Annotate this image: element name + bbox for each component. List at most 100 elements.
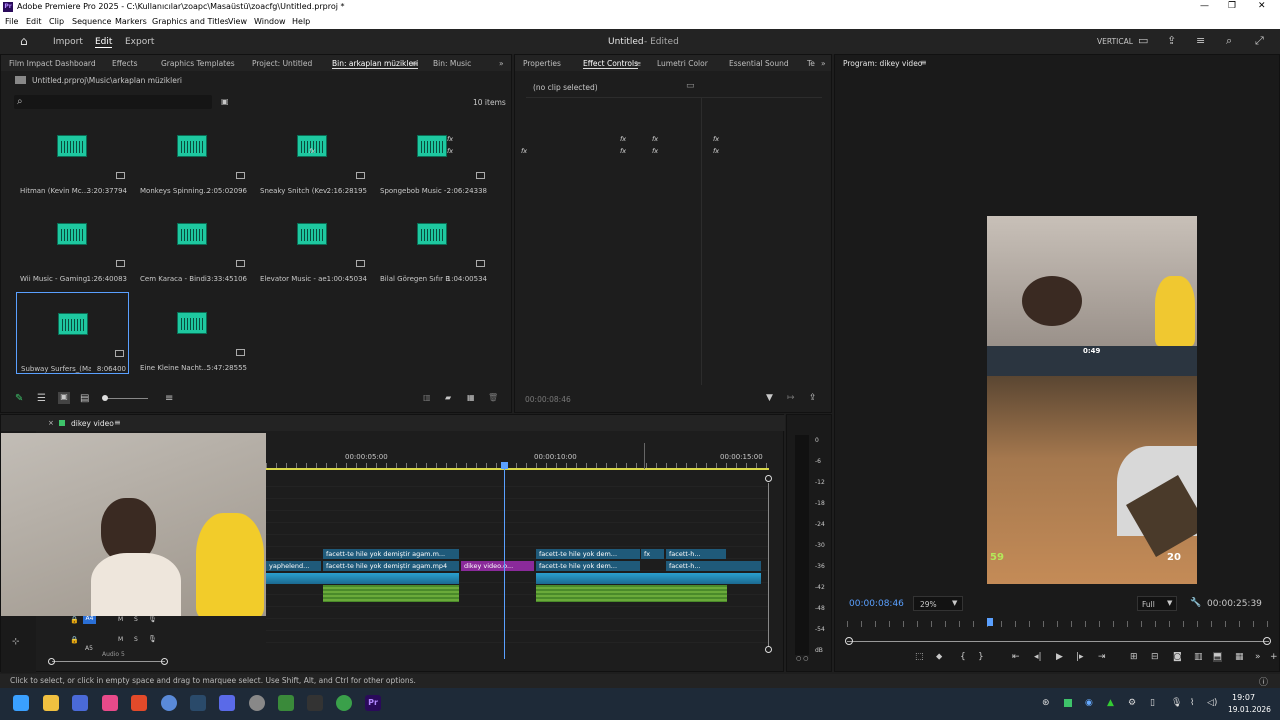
zoom-left-handle[interactable] [48, 658, 55, 665]
export-frame-icon[interactable]: ⬚ [915, 652, 924, 662]
zoom-select[interactable]: 29% ▼ [913, 596, 963, 611]
menu-edit[interactable]: Edit [26, 17, 42, 26]
brave-icon[interactable] [131, 695, 147, 711]
home-icon[interactable]: ⌂ [20, 34, 28, 48]
import-tab[interactable]: Import [53, 37, 83, 47]
tab-bin-arkaplan[interactable]: Bin: arkaplan müzikleri [332, 59, 419, 69]
program-video-frame[interactable]: 0:49 59 20 [987, 216, 1197, 584]
go-to-out-icon[interactable]: ⇥ [1098, 652, 1106, 662]
tray-icon[interactable]: ⊛ [1042, 698, 1050, 708]
camera-icon[interactable]: ◙ [1173, 652, 1182, 662]
more-tabs-icon[interactable]: » [821, 59, 826, 68]
app-icon[interactable] [72, 695, 88, 711]
icon-view-icon[interactable]: ▣ [58, 392, 70, 404]
compare-icon[interactable]: ▥ [1194, 652, 1203, 662]
instagram-icon[interactable] [102, 695, 118, 711]
panel-icon[interactable]: ▭ [1138, 34, 1148, 47]
lock-icon[interactable]: 🔒 [70, 636, 79, 644]
tab-bin-music[interactable]: Bin: Music [433, 59, 471, 68]
fx-badge[interactable]: fx [521, 147, 527, 155]
project-item[interactable]: Hitman (Kevin Mc... 3:20:37794 [16, 115, 129, 197]
export-tab[interactable]: Export [125, 37, 154, 47]
clip-v2-2[interactable]: facett-te hile yok dem... [536, 549, 640, 559]
scroll-left-handle[interactable] [845, 637, 853, 645]
clip-v2-1[interactable]: facett-te hile yok demiştir agam.m... [323, 549, 459, 559]
settings-icon[interactable]: ≡ [1196, 34, 1205, 47]
menu-clip[interactable]: Clip [49, 17, 64, 26]
clip-v2-3[interactable]: fx [641, 549, 664, 559]
playhead-handle[interactable] [501, 462, 508, 469]
program-scroll-bar[interactable] [847, 641, 1269, 642]
clip-v1-3[interactable]: dikey video.o... [461, 561, 534, 571]
project-item[interactable]: Subway Surfers_(Mai... 8:06400 [16, 292, 129, 374]
mark-out-icon[interactable]: } [978, 652, 984, 662]
app-icon[interactable] [161, 695, 177, 711]
close-sequence-icon[interactable]: × [48, 419, 54, 427]
maximize-icon[interactable]: ❐ [1228, 1, 1236, 11]
tab-te[interactable]: Te [807, 59, 815, 68]
menu-window[interactable]: Window [254, 17, 286, 26]
freeform-view-icon[interactable]: ▤ [80, 393, 89, 404]
more-tabs-icon[interactable]: » [499, 59, 504, 68]
project-item[interactable]: Spongebob Music -... 2:06:24338 [376, 115, 489, 197]
play-icon[interactable]: ▶ [1056, 652, 1063, 662]
menu-view[interactable]: View [228, 17, 247, 26]
new-item-icon[interactable]: ▦ [467, 393, 475, 402]
fx-badge[interactable]: fx [652, 147, 658, 155]
close-icon[interactable]: ✕ [1258, 1, 1266, 11]
clip-v1-1[interactable]: yaphelend... [266, 561, 321, 571]
tab-effect-controls[interactable]: Effect Controls [583, 59, 638, 69]
audio-clip-a1-2[interactable] [536, 573, 761, 584]
mic-icon[interactable]: 🎙 [148, 615, 157, 623]
track-a4-target[interactable]: A4 [83, 615, 96, 624]
play-only-audio-icon[interactable]: ↦ [787, 393, 795, 403]
mic-icon[interactable]: 🎙 [1171, 698, 1182, 708]
fx-badge[interactable]: fx [713, 135, 719, 143]
go-to-in-icon[interactable]: ⇤ [1012, 652, 1020, 662]
tab-essential-sound[interactable]: Essential Sound [729, 59, 789, 68]
discord-icon[interactable] [219, 695, 235, 711]
multi-camera-icon[interactable]: ▦ [1235, 652, 1244, 662]
scroll-handle[interactable] [765, 646, 772, 653]
xbox-icon[interactable] [336, 695, 352, 711]
tray-icon[interactable]: ▲ [1107, 698, 1114, 708]
project-item[interactable]: Elevator Music - ae... 1:00:45034 [256, 203, 369, 285]
zoom-slider[interactable] [103, 398, 148, 399]
clock-time[interactable]: 19:07 [1232, 693, 1255, 702]
program-playhead[interactable] [987, 618, 993, 626]
solo-button[interactable]: S [134, 616, 138, 623]
step-forward-icon[interactable]: |▸ [1076, 652, 1084, 662]
edit-tab[interactable]: Edit [95, 37, 113, 48]
project-item[interactable]: Cem Karaca - Bindi... 3:33:45106 [136, 203, 249, 285]
zoom-slider-handle[interactable] [102, 395, 108, 401]
audio-clip-a2-2[interactable] [536, 585, 727, 602]
project-item[interactable]: Sneaky Snitch (Kev... 2:16:28195 [256, 115, 369, 197]
tab-project[interactable]: Project: Untitled [252, 59, 312, 68]
fx-badge[interactable]: fx [447, 135, 453, 143]
search-icon[interactable]: ⌕ [1226, 34, 1232, 48]
tray-icon[interactable]: ◉ [1085, 698, 1093, 708]
menu-help[interactable]: Help [292, 17, 310, 26]
clip-v2-4[interactable]: facett-h... [666, 549, 726, 559]
windows-start-icon[interactable] [13, 695, 29, 711]
battery-icon[interactable]: ▯ [1150, 698, 1155, 708]
project-item[interactable]: Monkeys Spinning... 2:05:02096 [136, 115, 249, 197]
mark-in-icon[interactable]: { [960, 652, 966, 662]
pencil-icon[interactable]: ✎ [15, 393, 23, 404]
tab-properties[interactable]: Properties [523, 59, 561, 68]
search-input[interactable]: ⌕ [14, 95, 212, 109]
quality-select[interactable]: Full ▼ [1137, 596, 1177, 611]
tab-graphics-templates[interactable]: Graphics Templates [161, 59, 235, 68]
toggle-timeline-icon[interactable]: ▭ [686, 81, 695, 91]
obs-icon[interactable] [249, 695, 265, 711]
wrench-icon[interactable]: 🔧 [1190, 598, 1201, 608]
share-icon[interactable]: ⇪ [1167, 34, 1176, 47]
automate-icon[interactable]: ▥ [423, 393, 431, 402]
premiere-taskbar-icon[interactable]: Pr [365, 695, 381, 711]
lock-icon[interactable]: 🔒 [70, 616, 79, 624]
more-icon[interactable]: » [1255, 652, 1261, 662]
menu-sequence[interactable]: Sequence [72, 17, 111, 26]
fullscreen-icon[interactable]: ⤢ [1255, 34, 1264, 48]
extract-icon[interactable]: ⊟ [1151, 652, 1159, 662]
overlay-icon[interactable]: ⬒ [1213, 652, 1222, 662]
